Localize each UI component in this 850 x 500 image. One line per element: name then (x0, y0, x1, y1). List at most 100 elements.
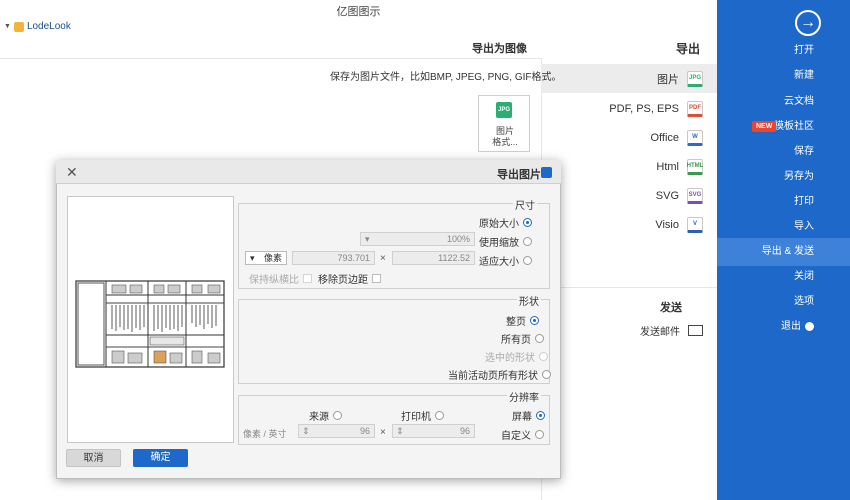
export-type-label: Visio (655, 218, 679, 231)
sidebar-item[interactable]: 保存 (717, 138, 850, 166)
option-screen[interactable]: 屏幕 (512, 408, 545, 423)
checkbox[interactable] (372, 274, 381, 283)
export-type-item[interactable]: Visio V (541, 210, 717, 239)
sidebar-item[interactable]: 关闭 (717, 263, 850, 291)
send-email-label: 发送邮件 (640, 326, 680, 338)
export-type-item[interactable]: SVG SVG (541, 181, 717, 210)
dpi-unit-label: 像素 / 英寸 (243, 429, 287, 439)
option-all-pages[interactable]: 所有页 (501, 331, 544, 346)
stepper-icon: ⇕ (302, 426, 310, 436)
option-custom[interactable]: 自定义 (501, 427, 544, 442)
option-all-shapes[interactable]: 当前活动页所有形状 (448, 367, 551, 382)
jpg-icon: JPG (496, 102, 512, 118)
export-type-label: 图片 (657, 73, 679, 86)
size-group-title: 尺寸 (513, 197, 537, 212)
sidebar-item[interactable]: 另存为 (717, 163, 850, 191)
file-type-icon: PDF (687, 100, 703, 117)
user-name: LodeLook (26, 21, 71, 32)
sidebar-item[interactable]: 导入 (717, 213, 850, 241)
sidebar-item[interactable]: 云文档 (717, 88, 850, 116)
sidebar-item-label: 新建 (794, 70, 814, 81)
chevron-down-icon: ▾ (250, 253, 255, 263)
close-icon[interactable]: ✕ (66, 164, 78, 181)
option-original-label: 原始大小 (479, 219, 519, 230)
export-type-item[interactable]: 图片 JPG (541, 64, 717, 93)
sidebar-item[interactable]: 导出 & 发送 (717, 238, 850, 266)
app-icon (541, 167, 552, 178)
ok-button[interactable]: 确定 (133, 449, 188, 467)
remove-margin-checkbox[interactable]: 移除页边距 (318, 271, 381, 286)
export-type-item[interactable]: Html HTML (541, 152, 717, 181)
file-type-icon: HTML (687, 158, 703, 175)
unit-select[interactable]: ▾ 像素 (245, 251, 287, 265)
radio-checked[interactable] (536, 411, 545, 420)
content-heading: 导出为图像 (472, 43, 527, 55)
file-type-icon: V (687, 216, 703, 233)
divider (0, 58, 541, 59)
export-type-item[interactable]: PDF, PS, EPS PDF (541, 94, 717, 123)
sidebar-item[interactable]: 打印 (717, 188, 850, 216)
times-sign: × (380, 427, 386, 438)
exit-icon (805, 321, 814, 331)
sidebar-item[interactable]: 选项 (717, 288, 850, 316)
option-printer[interactable]: 打印机 (401, 408, 444, 423)
sidebar-item[interactable]: 退出 (717, 313, 850, 341)
export-heading: 导出 (675, 42, 700, 56)
sidebar-item[interactable]: 模板社区 (717, 113, 850, 141)
sidebar-item[interactable]: 打开 (717, 37, 850, 65)
export-type-label: Office (650, 131, 679, 144)
send-heading: 发送 (660, 302, 682, 314)
scale-input[interactable]: ▾ 100% (360, 232, 475, 246)
export-type-item[interactable]: Office W (541, 123, 717, 152)
dpi-y-input[interactable]: ⇕ 96 (298, 424, 375, 438)
radio-unchecked[interactable] (542, 370, 551, 379)
send-email-item[interactable]: 发送邮件 (541, 317, 717, 343)
dialog-title-bar (56, 160, 561, 184)
cancel-button[interactable]: 取消 (66, 449, 121, 467)
preview-pane (67, 196, 234, 443)
width-input[interactable]: 1122.52 (392, 251, 475, 265)
image-format-button[interactable]: JPG 图片 格式... (478, 95, 530, 152)
app-title: 亿图图示 (336, 6, 381, 18)
option-scale[interactable]: 使用缩放 (479, 234, 532, 249)
mail-icon (688, 324, 703, 336)
vip-badge-icon (13, 21, 24, 32)
file-type-icon: W (687, 129, 703, 146)
stepper-icon: ⇕ (396, 426, 404, 436)
user-menu[interactable]: ▼ LodeLook (4, 21, 71, 32)
new-badge: NEW (752, 121, 777, 132)
sidebar-item[interactable]: 新建 (717, 62, 850, 90)
export-type-label: PDF, PS, EPS (609, 102, 679, 115)
radio-unchecked[interactable] (523, 256, 532, 265)
radio-unchecked[interactable] (535, 430, 544, 439)
content-description: 保存为图片文件，比如BMP, JPEG, PNG, GIF格式。 (330, 72, 562, 83)
radio-disabled[interactable] (539, 352, 548, 361)
back-arrow-icon[interactable]: → (795, 10, 821, 36)
dialog-title: 导出图片 (497, 169, 541, 181)
sidebar-item-label: 打印 (794, 196, 814, 207)
chevron-down-icon: ▼ (4, 23, 11, 30)
height-input[interactable]: 793.701 (292, 251, 375, 265)
radio-checked[interactable] (523, 218, 532, 227)
radio-unchecked[interactable] (523, 237, 532, 246)
radio-unchecked[interactable] (535, 334, 544, 343)
sidebar-item-label: 导出 & 发送 (761, 246, 814, 257)
radio-checked[interactable] (530, 316, 539, 325)
range-group-title: 形状 (517, 293, 541, 308)
option-selected-shapes[interactable]: 选中的形状 (485, 349, 548, 364)
sidebar-item-label: 模板社区 (774, 121, 814, 132)
dpi-x-input[interactable]: ⇕ 96 (392, 424, 475, 438)
keep-ratio-checkbox[interactable]: 保持纵横比 (249, 271, 312, 286)
option-source[interactable]: 来源 (309, 408, 342, 423)
file-type-icon: JPG (687, 70, 703, 87)
checkbox[interactable] (303, 274, 312, 283)
radio-unchecked[interactable] (435, 411, 444, 420)
resolution-group-title: 分辨率 (507, 389, 541, 404)
option-fit-size[interactable]: 适应大小 (479, 253, 532, 268)
radio-unchecked[interactable] (333, 411, 342, 420)
option-current-page[interactable]: 整页 (506, 313, 539, 328)
keep-ratio-label: 保持纵横比 (249, 275, 299, 286)
option-original-size[interactable]: 原始大小 (479, 215, 532, 230)
sidebar-item-label: 保存 (794, 146, 814, 157)
export-type-label: Html (656, 160, 679, 173)
